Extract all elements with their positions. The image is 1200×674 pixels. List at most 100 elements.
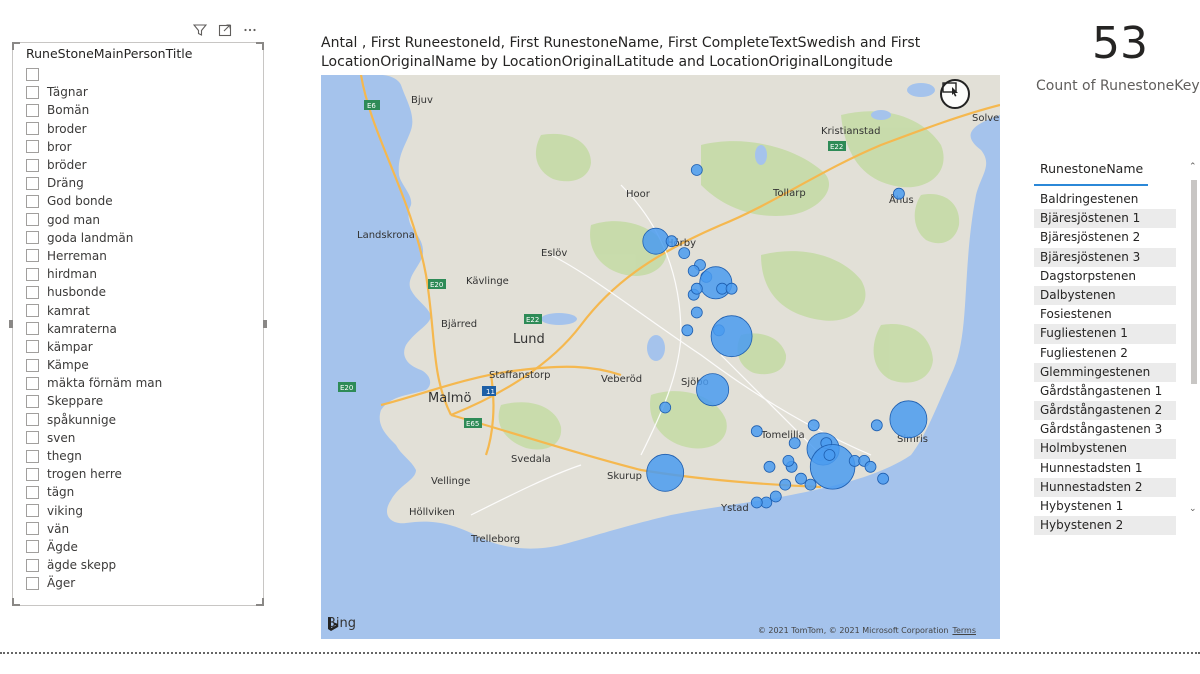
map-bubble[interactable] xyxy=(750,496,763,509)
slicer-item[interactable]: Skeppare xyxy=(26,392,256,410)
slicer-item[interactable]: bröder xyxy=(26,156,256,174)
checkbox[interactable] xyxy=(26,540,39,554)
column-header-runestonename[interactable]: RunestoneName xyxy=(1034,158,1148,186)
table-row[interactable]: Bjäresjöstenen 2 xyxy=(1034,228,1176,247)
checkbox[interactable] xyxy=(26,267,39,281)
map-bubble[interactable] xyxy=(763,460,776,473)
map-bubble[interactable] xyxy=(642,227,670,255)
slicer-item[interactable]: kamrat xyxy=(26,301,256,319)
map-bubble[interactable] xyxy=(782,454,795,467)
map-bubble[interactable] xyxy=(665,235,678,248)
slicer-item[interactable]: ägde skepp xyxy=(26,556,256,574)
table-row[interactable]: Hunnestadsten 1 xyxy=(1034,459,1176,478)
table-row[interactable]: Hunnestadsten 2 xyxy=(1034,477,1176,497)
checkbox[interactable] xyxy=(26,340,39,354)
table-row[interactable]: Holmbystenen xyxy=(1034,439,1176,459)
table-row[interactable]: Dagstorpstenen xyxy=(1034,267,1176,286)
map-bubble[interactable] xyxy=(795,472,807,485)
map-bubble[interactable] xyxy=(893,187,905,200)
checkbox[interactable] xyxy=(26,158,39,172)
checkbox[interactable] xyxy=(26,522,39,536)
checkbox[interactable] xyxy=(26,376,39,390)
slicer-item[interactable]: mäkta förnäm man xyxy=(26,374,256,392)
slicer-item[interactable]: vän xyxy=(26,520,256,538)
map-bubble[interactable] xyxy=(699,266,733,300)
checkbox[interactable] xyxy=(26,431,39,445)
checkbox[interactable] xyxy=(26,140,39,154)
checkbox[interactable] xyxy=(26,231,39,245)
map-bubble[interactable] xyxy=(646,453,685,492)
filter-icon[interactable] xyxy=(192,22,208,38)
table-row[interactable]: Gårdstångastenen 2 xyxy=(1034,401,1176,421)
table-row[interactable]: Fugliestenen 2 xyxy=(1034,344,1176,363)
checkbox[interactable] xyxy=(26,285,39,299)
slicer-item[interactable]: Tägnar xyxy=(26,83,256,101)
checkbox[interactable] xyxy=(26,322,39,336)
slicer-item[interactable] xyxy=(26,65,256,83)
more-options-icon[interactable] xyxy=(242,22,258,38)
map-bubble[interactable] xyxy=(779,478,792,491)
map-bubble[interactable] xyxy=(769,490,782,503)
slicer-item[interactable]: viking xyxy=(26,502,256,520)
checkbox[interactable] xyxy=(26,394,39,408)
slicer-item[interactable]: sven xyxy=(26,429,256,447)
resize-handle-left[interactable] xyxy=(9,320,13,328)
checkbox[interactable] xyxy=(26,85,39,99)
focus-mode-icon[interactable] xyxy=(217,22,233,38)
slicer-item[interactable]: broder xyxy=(26,120,256,138)
checkbox[interactable] xyxy=(26,358,39,372)
resize-corner[interactable] xyxy=(12,42,20,50)
scroll-thumb[interactable] xyxy=(1191,180,1197,384)
table-row[interactable]: Bjäresjöstenen 3 xyxy=(1034,247,1176,267)
table-row[interactable]: Gårdstångastenen 1 xyxy=(1034,382,1176,401)
map-bubble[interactable] xyxy=(864,460,877,473)
map-bubble[interactable] xyxy=(788,437,801,450)
slicer-item[interactable]: Herreman xyxy=(26,247,256,265)
slicer-item[interactable]: Dräng xyxy=(26,174,256,192)
slicer-item[interactable]: kämpar xyxy=(26,338,256,356)
table-row[interactable]: Hästveda xyxy=(1034,535,1176,538)
map-bubble[interactable] xyxy=(750,425,763,438)
map-bubble[interactable] xyxy=(877,472,889,485)
checkbox[interactable] xyxy=(26,213,39,227)
map-bubble[interactable] xyxy=(690,282,703,295)
checkbox[interactable] xyxy=(26,176,39,190)
table-row[interactable]: Dalbystenen xyxy=(1034,285,1176,306)
map-bubble[interactable] xyxy=(823,449,836,461)
map-bubble[interactable] xyxy=(870,419,883,432)
terms-link[interactable]: Terms xyxy=(952,626,976,635)
table-row[interactable]: Baldringestenen xyxy=(1034,190,1176,209)
checkbox[interactable] xyxy=(26,103,39,117)
checkbox[interactable] xyxy=(26,576,39,590)
table-row[interactable]: Hybystenen 1 xyxy=(1034,497,1176,516)
slicer-item[interactable]: bror xyxy=(26,138,256,156)
map-bubble[interactable] xyxy=(710,315,753,358)
focus-button[interactable] xyxy=(940,79,970,109)
resize-corner[interactable] xyxy=(256,598,264,606)
slicer-item[interactable]: Äger xyxy=(26,574,256,592)
checkbox[interactable] xyxy=(26,485,39,499)
map-bubble[interactable] xyxy=(687,264,700,277)
checkbox[interactable] xyxy=(26,413,39,427)
map-bubble[interactable] xyxy=(690,164,703,176)
checkbox[interactable] xyxy=(26,304,39,318)
checkbox[interactable] xyxy=(26,467,39,481)
resize-corner[interactable] xyxy=(12,598,20,606)
slicer-item[interactable]: Bomän xyxy=(26,101,256,119)
slicer-item[interactable]: God bonde xyxy=(26,192,256,210)
table-scrollbar[interactable]: ⌃ ⌄ xyxy=(1188,158,1200,528)
table-row[interactable]: Fugliestenen 1 xyxy=(1034,324,1176,344)
map-bubble[interactable] xyxy=(889,400,928,439)
slicer-item[interactable]: thegn xyxy=(26,447,256,465)
table-row[interactable]: Glemmingestenen xyxy=(1034,362,1176,382)
map-bubble[interactable] xyxy=(807,419,820,432)
map-bubble[interactable] xyxy=(690,306,703,319)
slicer-item[interactable]: spåkunnige xyxy=(26,411,256,429)
bubble-map[interactable]: Bjuv Kristianstad Landskrona Hoor Tollar… xyxy=(321,75,1000,639)
slicer-item[interactable]: kamraterna xyxy=(26,320,256,338)
slicer-item[interactable]: tägn xyxy=(26,483,256,501)
scroll-up-icon[interactable]: ⌃ xyxy=(1189,162,1197,172)
map-bubble[interactable] xyxy=(678,247,691,260)
checkbox[interactable] xyxy=(26,122,39,136)
checkbox[interactable] xyxy=(26,558,39,572)
